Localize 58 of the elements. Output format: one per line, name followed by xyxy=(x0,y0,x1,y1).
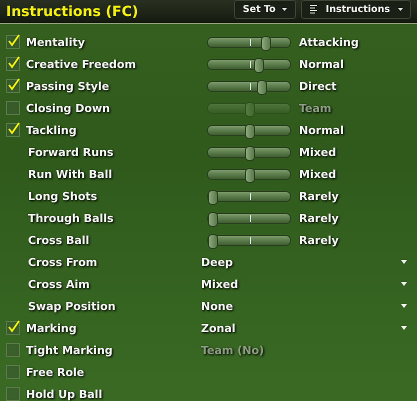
instruction-label: Creative Freedom xyxy=(26,58,136,70)
slider-thumb[interactable] xyxy=(208,190,218,204)
instruction-label: Passing Style xyxy=(26,80,110,92)
value-text: Team xyxy=(299,102,332,114)
instruction-label: Closing Down xyxy=(26,102,110,114)
instruction-label: Forward Runs xyxy=(28,146,114,158)
value-text: Team (No) xyxy=(201,344,264,356)
menu-button[interactable]: Instructions xyxy=(300,0,411,19)
instruction-label: Cross Ball xyxy=(28,234,90,246)
instruction-label: Hold Up Ball xyxy=(26,388,102,400)
value-text: Rarely xyxy=(299,234,339,246)
checkbox[interactable] xyxy=(6,387,20,401)
instruction-label: Swap Position xyxy=(28,300,116,312)
value-text: Rarely xyxy=(299,190,339,202)
checkbox[interactable] xyxy=(6,35,20,49)
caret-icon xyxy=(401,282,407,286)
slider-thumb[interactable] xyxy=(208,212,218,226)
instruction-label: Run With Ball xyxy=(28,168,112,180)
dropdown[interactable]: Deep xyxy=(201,256,407,268)
instruction-label: Long Shots xyxy=(28,190,98,202)
instruction-label: Through Balls xyxy=(28,212,114,224)
value-text: Mixed xyxy=(299,146,336,158)
slider-thumb[interactable] xyxy=(254,58,264,72)
panel-title: Instructions (FC) xyxy=(6,4,138,20)
checkbox[interactable] xyxy=(6,123,20,137)
checkbox[interactable] xyxy=(6,79,20,93)
slider-thumb[interactable] xyxy=(256,80,267,94)
slider-thumb[interactable] xyxy=(245,168,255,182)
checkbox[interactable] xyxy=(6,321,20,335)
menu-button[interactable]: Set To xyxy=(234,0,296,19)
dropdown[interactable]: Zonal xyxy=(201,322,407,334)
slider-thumb[interactable] xyxy=(245,146,255,160)
instruction-label: Cross From xyxy=(28,256,98,268)
value-text: Mixed xyxy=(299,168,336,180)
instruction-label: Tackling xyxy=(26,124,77,136)
list-icon xyxy=(310,5,318,14)
dropdown[interactable]: None xyxy=(201,300,407,312)
value-text: Attacking xyxy=(299,36,359,48)
checkbox[interactable] xyxy=(6,365,20,379)
value-text: Normal xyxy=(299,124,344,136)
caret-icon xyxy=(401,326,407,330)
value-text: Direct xyxy=(299,80,337,92)
slider-thumb[interactable] xyxy=(245,124,255,138)
slider-thumb[interactable] xyxy=(208,234,218,248)
caret-icon xyxy=(398,8,403,11)
instruction-label: Free Role xyxy=(26,366,84,378)
instruction-label: Tight Marking xyxy=(26,344,113,356)
value-text: Normal xyxy=(299,58,344,70)
value-text: Rarely xyxy=(299,212,339,224)
slider-thumb[interactable] xyxy=(261,36,272,50)
checkbox[interactable] xyxy=(6,57,20,71)
instruction-label: Cross Aim xyxy=(28,278,90,290)
caret-icon xyxy=(401,260,407,264)
caret-icon xyxy=(282,8,287,11)
instruction-label: Marking xyxy=(26,322,77,334)
dropdown[interactable]: Mixed xyxy=(201,278,407,290)
caret-icon xyxy=(401,304,407,308)
instruction-label: Mentality xyxy=(26,36,85,48)
